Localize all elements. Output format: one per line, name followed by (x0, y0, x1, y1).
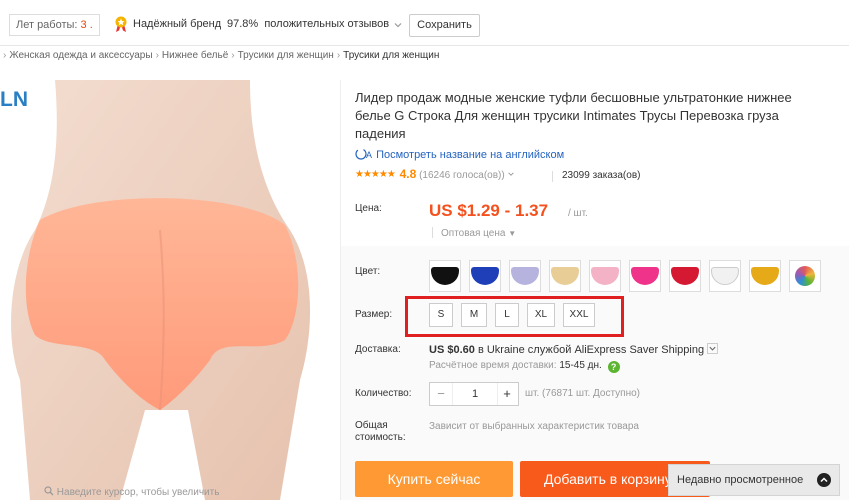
price-unit: / шт. (568, 208, 588, 219)
rating-votes: (16246 голоса(ов)) (419, 170, 505, 181)
positive-feedback[interactable]: 97.8% положительных отзывов (227, 18, 389, 30)
color-swatch-thumbnail (511, 267, 539, 285)
available-stock: шт. (76871 шт. Доступно) (525, 388, 640, 399)
quantity-stepper: − 1 + (429, 382, 519, 406)
gallery-logo-fragment: LN (0, 88, 28, 111)
rating-stars-icon: ★★★★★ (355, 169, 396, 180)
breadcrumb-separator: › (231, 50, 235, 61)
recently-viewed-panel[interactable]: Недавно просмотренное (668, 464, 840, 496)
chevron-down-icon[interactable] (393, 20, 403, 30)
total-price-note: Зависит от выбранных характеристик товар… (429, 421, 639, 432)
color-swatch-hot-pink[interactable] (629, 260, 661, 292)
color-swatch-assorted[interactable] (789, 260, 821, 292)
breadcrumb-link[interactable]: Женская одежда и аксессуары (9, 47, 152, 65)
color-swatch-thumbnail (591, 267, 619, 285)
rating-score: 4.8 (399, 167, 417, 181)
chevron-up-icon[interactable] (817, 473, 831, 487)
breadcrumb: › Женская одежда и аксессуары › Нижнее бель… (0, 47, 849, 67)
quantity-label: Количество: (355, 388, 412, 399)
buy-now-button[interactable]: Купить сейчас (355, 461, 513, 497)
delivery-label: Расчётное время доставки: (429, 360, 557, 371)
wholesale-price-label: Оптовая цена (441, 228, 506, 239)
years-badge: Лет работы: 3 . (9, 14, 100, 36)
rating-summary[interactable]: ★★★★★ 4.8 (16246 голоса(ов)) (355, 167, 515, 183)
color-swatch-thumbnail (471, 267, 499, 285)
divider (432, 227, 433, 238)
price-value: US $1.29 - 1.37 (429, 201, 549, 220)
trusted-brand-medal-icon (115, 16, 127, 32)
translate-icon: A (355, 148, 372, 160)
breadcrumb-separator: › (3, 50, 7, 61)
positive-feedback-pct: 97.8% (227, 18, 259, 30)
product-photo-illustration (11, 80, 311, 500)
orders-count: 23099 заказа(ов) (562, 170, 641, 181)
chevron-down-icon[interactable] (707, 343, 719, 354)
color-swatch-lavender[interactable] (509, 260, 541, 292)
total-label-line1: Общая (355, 420, 388, 431)
help-icon[interactable]: ? (607, 361, 620, 373)
color-swatch-thumbnail (671, 267, 699, 285)
color-swatch-black[interactable] (429, 260, 461, 292)
zoom-hint: Наведите курсор, чтобы увеличить (44, 486, 219, 498)
breadcrumb-current: Трусики для женщин (343, 50, 440, 61)
color-swatch-blue[interactable] (469, 260, 501, 292)
total-label-line2: стоимость: (355, 432, 406, 443)
breadcrumb-separator: › (155, 50, 159, 61)
delivery-time: 15-45 дн. (559, 360, 602, 371)
english-title-link-text: Посмотреть название на английском (376, 149, 565, 161)
color-swatch-beige[interactable] (549, 260, 581, 292)
color-swatch-thumbnail (751, 267, 779, 285)
color-swatch-red[interactable] (669, 260, 701, 292)
color-swatch-light-pink[interactable] (589, 260, 621, 292)
svg-text:A: A (366, 150, 372, 160)
color-swatch-thumbnail (431, 267, 459, 285)
product-title: Лидер продаж модные женские туфли бесшов… (355, 90, 792, 141)
color-swatch-thumbnail (631, 267, 659, 285)
color-swatch-thumbnail (711, 267, 739, 285)
recently-viewed-label: Недавно просмотренное (677, 474, 804, 486)
price-label: Цена: (355, 203, 382, 214)
breadcrumb-link[interactable]: Нижнее бельё (162, 47, 228, 65)
delivery-estimate: Расчётное время доставки: 15-45 дн. ? (429, 360, 620, 373)
product-main-image[interactable]: LN (0, 80, 340, 500)
caret-down-icon: ▼ (508, 229, 517, 238)
color-swatch-yellow[interactable] (749, 260, 781, 292)
color-swatch-thumbnail (795, 266, 815, 286)
breadcrumb-separator: › (336, 50, 341, 61)
shipping-info[interactable]: US $0.60 в Ukraine службой AliExpress Sa… (429, 343, 719, 356)
size-label: Размер: (355, 309, 393, 320)
color-swatch-thumbnail (551, 267, 579, 285)
quantity-decrease-button[interactable]: − (430, 383, 452, 405)
positive-feedback-label: положительных отзывов (264, 18, 390, 30)
quantity-input[interactable]: 1 (452, 383, 498, 405)
color-swatch-white[interactable] (709, 260, 741, 292)
english-title-link[interactable]: A Посмотреть название на английском (355, 148, 564, 161)
shipping-price: US $0.60 (429, 344, 475, 356)
trusted-brand-label: Надёжный бренд (133, 18, 222, 30)
zoom-hint-text: Наведите курсор, чтобы увеличить (56, 487, 220, 498)
shipping-method: в Ukraine службой AliExpress Saver Shipp… (477, 344, 705, 356)
divider (552, 171, 553, 182)
magnifier-icon (44, 486, 54, 496)
breadcrumb-link[interactable]: Трусики для женщин (238, 47, 334, 65)
store-header: Лет работы: 3 . Надёжный бренд 97.8% пол… (0, 0, 849, 46)
wholesale-price-toggle[interactable]: Оптовая цена ▼ (441, 228, 516, 239)
shipping-label: Доставка: (355, 344, 401, 355)
quantity-increase-button[interactable]: + (496, 383, 518, 405)
save-store-button[interactable]: Сохранить (409, 14, 480, 37)
chevron-down-icon[interactable] (507, 170, 515, 178)
size-highlight-box (405, 296, 624, 337)
color-label: Цвет: (355, 266, 381, 277)
years-label: Лет работы: (16, 19, 78, 31)
